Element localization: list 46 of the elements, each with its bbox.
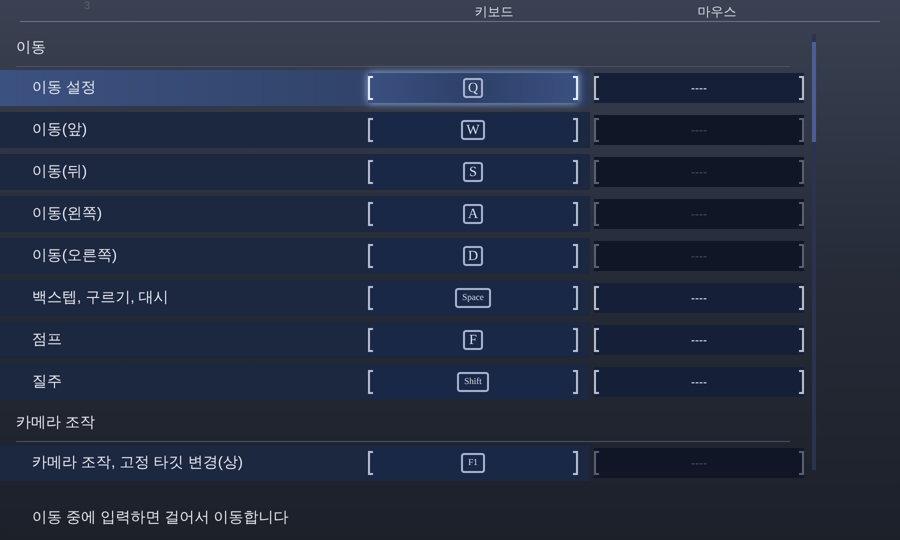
- setting-label: 점프: [32, 330, 63, 350]
- keyboard-binding[interactable]: D: [368, 241, 578, 271]
- key-icon: Q: [462, 78, 484, 98]
- keyboard-binding[interactable]: F: [368, 325, 578, 355]
- setting-row[interactable]: 백스텝, 구르기, 대시 Space: [0, 280, 590, 316]
- key-icon: F: [463, 330, 483, 350]
- key-icon: Shift: [457, 372, 489, 392]
- setting-label: 이동(왼쪽): [32, 204, 103, 224]
- mouse-binding[interactable]: ----: [594, 325, 804, 355]
- column-header: 키보드: [474, 3, 514, 21]
- scrollbar[interactable]: [812, 34, 816, 470]
- setting-label: 질주: [32, 372, 63, 392]
- description-text: 이동 중에 입력하면 걸어서 이동합니다: [32, 509, 289, 526]
- setting-row[interactable]: 질주 Shift: [0, 364, 590, 400]
- key-icon: S: [463, 162, 483, 182]
- key-icon: Space: [455, 288, 491, 308]
- setting-label: 백스텝, 구르기, 대시: [32, 288, 170, 308]
- setting-row[interactable]: 이동 설정 Q: [0, 70, 590, 106]
- setting-label: 이동(앞): [32, 120, 88, 140]
- key-icon: W: [461, 120, 485, 140]
- section-title: 이동: [16, 38, 46, 58]
- setting-label: 이동(오른쪽): [32, 246, 118, 266]
- keyboard-binding[interactable]: S: [368, 157, 578, 187]
- keyboard-binding[interactable]: A: [368, 199, 578, 229]
- keyboard-binding[interactable]: Q: [368, 73, 578, 103]
- setting-row[interactable]: 이동(앞) W: [0, 112, 590, 148]
- mouse-binding[interactable]: ----: [594, 73, 804, 103]
- setting-label: 이동(뒤): [32, 162, 88, 182]
- setting-row[interactable]: 이동(왼쪽) A: [0, 196, 590, 232]
- setting-row[interactable]: 이동(오른쪽) D: [0, 238, 590, 274]
- setting-row[interactable]: 카메라 조작, 고정 타깃 변경(상) F1: [0, 445, 590, 481]
- keyboard-binding[interactable]: F1: [368, 448, 578, 478]
- key-icon: D: [462, 246, 484, 266]
- setting-label: 이동 설정: [32, 78, 98, 98]
- section-title: 카메라 조작: [16, 413, 96, 434]
- keyboard-binding[interactable]: Space: [368, 283, 578, 313]
- setting-label: 카메라 조작, 고정 타깃 변경(상): [32, 452, 244, 473]
- key-icon: A: [462, 204, 484, 224]
- key-icon: F1: [461, 453, 485, 473]
- mouse-binding[interactable]: ----: [594, 367, 804, 397]
- setting-row[interactable]: 이동(뒤) S: [0, 154, 590, 190]
- keyboard-binding[interactable]: Shift: [368, 367, 578, 397]
- column-header: 마우스: [696, 3, 738, 21]
- mouse-binding[interactable]: ----: [594, 283, 804, 313]
- setting-row[interactable]: 점프 F: [0, 322, 590, 358]
- keyboard-binding[interactable]: W: [368, 115, 578, 145]
